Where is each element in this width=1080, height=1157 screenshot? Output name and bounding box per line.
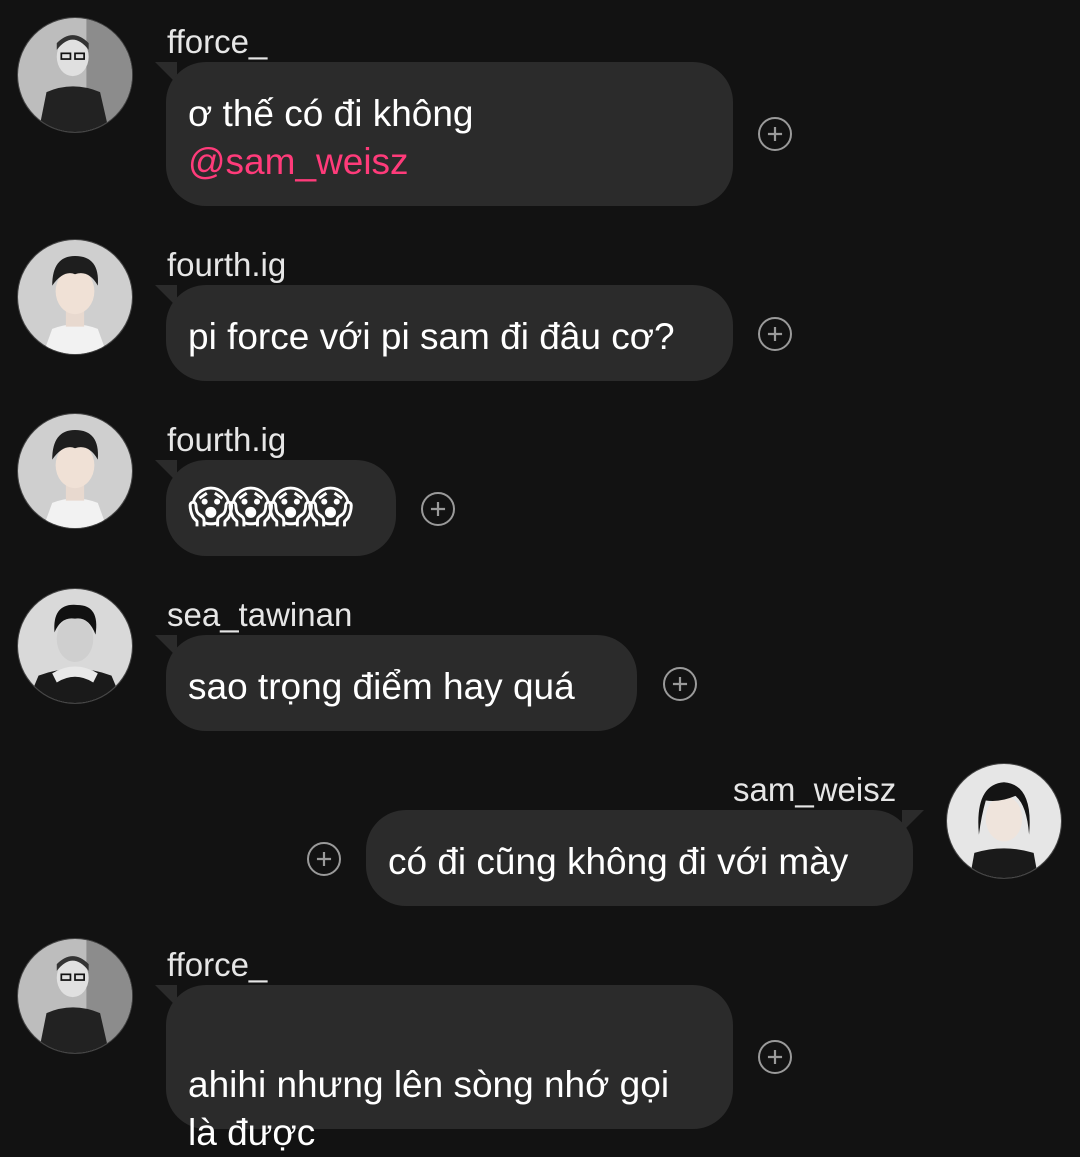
avatar-fourth[interactable] xyxy=(17,239,133,355)
add-reaction-icon[interactable] xyxy=(307,842,341,876)
avatar-sam-weisz[interactable] xyxy=(946,763,1062,879)
avatar-fforce[interactable] xyxy=(17,938,133,1054)
avatar-fforce[interactable] xyxy=(17,17,133,133)
message-text: ahihi nhưng lên sòng nhớ gọi là được xyxy=(188,1064,670,1153)
add-reaction-icon[interactable] xyxy=(758,1040,792,1074)
add-reaction-icon[interactable] xyxy=(758,317,792,351)
message-bubble[interactable]: pi force với pi sam đi đâu cơ? xyxy=(166,285,733,381)
message-text: sao trọng điểm hay quá xyxy=(188,666,575,707)
add-reaction-icon[interactable] xyxy=(758,117,792,151)
add-reaction-icon[interactable] xyxy=(421,492,455,526)
message-text: có đi cũng không đi với mày xyxy=(388,841,849,882)
message-text: pi force với pi sam đi đâu cơ? xyxy=(188,316,675,357)
message-bubble[interactable]: ơ thế có đi không @sam_weisz xyxy=(166,62,733,206)
message-bubble[interactable]: ahihi nhưng lên sòng nhớ gọi là được xyxy=(166,985,733,1153)
message-text: ơ thế có đi không xyxy=(188,93,474,134)
avatar-sea-tawinan[interactable] xyxy=(17,588,133,704)
message-bubble[interactable]: sao trọng điểm hay quá xyxy=(166,635,637,731)
emoji-text: 😱😱😱😱 xyxy=(188,482,354,533)
mention-link[interactable]: @sam_weisz xyxy=(188,138,711,186)
username[interactable]: fourth.ig xyxy=(167,420,286,460)
username[interactable]: fourth.ig xyxy=(167,245,286,285)
add-reaction-icon[interactable] xyxy=(663,667,697,701)
avatar-fourth[interactable] xyxy=(17,413,133,529)
message-bubble[interactable]: có đi cũng không đi với mày xyxy=(366,810,913,906)
username[interactable]: fforce_ xyxy=(167,945,267,985)
username[interactable]: sam_weisz xyxy=(733,770,896,810)
username[interactable]: fforce_ xyxy=(167,22,267,62)
message-bubble[interactable]: 😱😱😱😱 xyxy=(166,460,396,556)
username[interactable]: sea_tawinan xyxy=(167,595,352,635)
